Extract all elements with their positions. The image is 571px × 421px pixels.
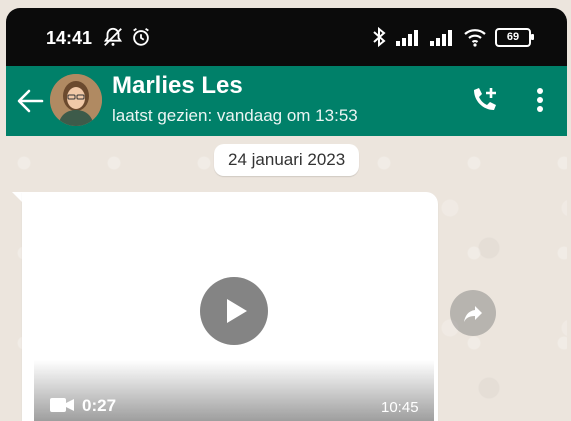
play-button[interactable] — [200, 277, 268, 345]
status-icons-left — [102, 26, 152, 48]
more-vert-icon[interactable] — [530, 84, 550, 116]
alarm-icon — [133, 27, 149, 46]
video-camera-icon — [50, 398, 74, 412]
bluetooth-icon — [373, 26, 386, 48]
signal-icon — [430, 30, 452, 46]
status-time: 14:41 — [46, 28, 93, 48]
play-icon — [227, 299, 247, 323]
wifi-icon — [464, 29, 486, 47]
status-bar: 14:41 69 — [6, 8, 567, 66]
battery-icon: 69 — [495, 27, 534, 47]
status-icons-right: 69 — [371, 26, 534, 48]
forward-button[interactable] — [450, 290, 496, 336]
forward-icon — [464, 306, 482, 322]
back-arrow-icon[interactable] — [16, 88, 44, 114]
chat-header: Marlies Les laatst gezien: vandaag om 13… — [6, 66, 567, 136]
signal-icon — [396, 30, 418, 46]
avatar[interactable] — [50, 74, 102, 126]
date-chip: 24 januari 2023 — [214, 144, 360, 176]
message-time: 10:45 — [381, 399, 419, 416]
date-chip-label: 24 januari 2023 — [228, 150, 346, 169]
avatar-image — [50, 74, 102, 126]
contact-name[interactable]: Marlies Les — [112, 72, 243, 100]
add-call-icon[interactable] — [468, 84, 500, 116]
notifications-muted-icon — [103, 27, 123, 46]
video-duration: 0:27 — [82, 396, 117, 415]
last-seen-status: laatst gezien: vandaag om 13:53 — [112, 106, 358, 125]
